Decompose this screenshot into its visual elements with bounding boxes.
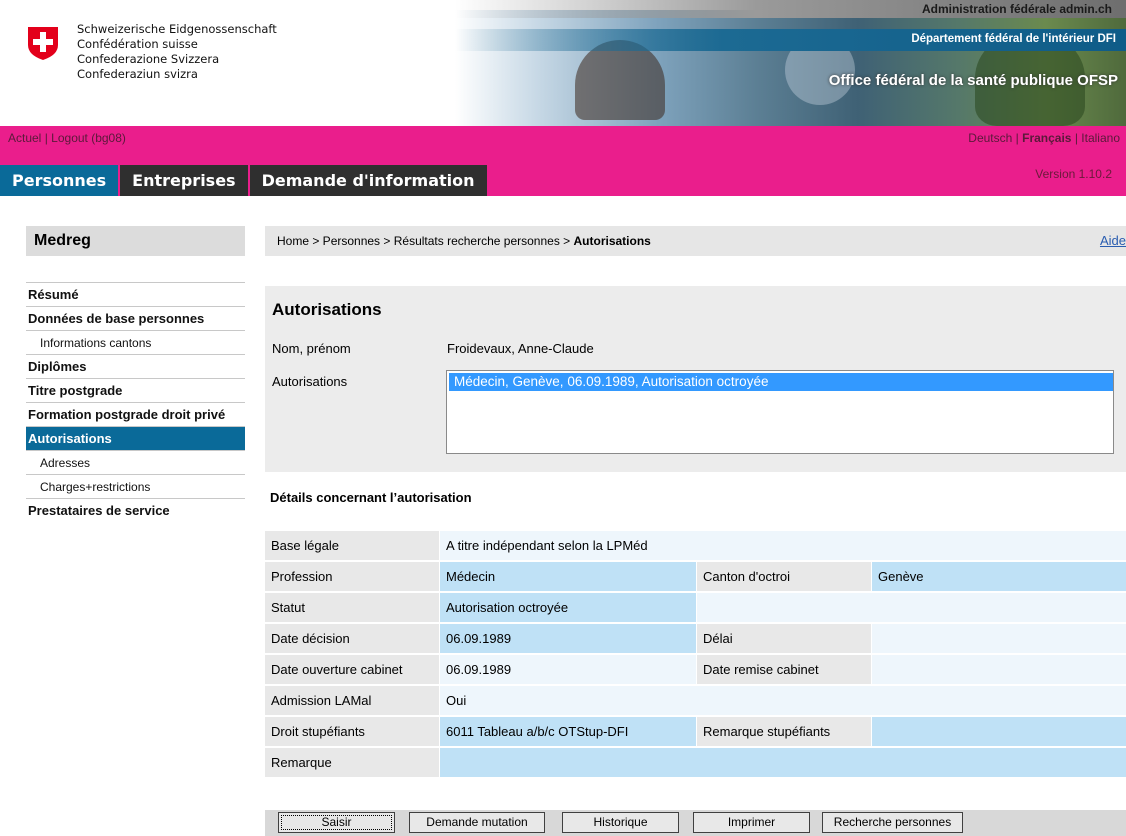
sidebar-item-informations-cantons[interactable]: Informations cantons <box>26 331 245 355</box>
language-switcher: Deutsch | Français | Italiano <box>968 131 1120 145</box>
page-title: Autorisations <box>272 300 382 319</box>
authorization-option-selected[interactable]: Médecin, Genève, 06.09.1989, Autorisatio… <box>449 373 1113 391</box>
office-name: Office fédéral de la santé publique OFSP <box>828 72 1118 89</box>
confederation-name: Schweizerische Eidgenossenschaft Confédé… <box>77 22 277 82</box>
separator: | <box>1015 131 1019 145</box>
table-row: Date décision 06.09.1989 Délai <box>265 623 1126 654</box>
remarque-stupefiants-value <box>872 717 1126 746</box>
table-row: Date ouverture cabinet 06.09.1989 Date r… <box>265 654 1126 685</box>
sidebar-item-prestataires[interactable]: Prestataires de service <box>26 499 245 523</box>
date-decision-label: Date décision <box>265 624 439 653</box>
tab-entreprises[interactable]: Entreprises <box>120 165 248 196</box>
main-tabs: Personnes Entreprises Demande d'informat… <box>0 165 489 196</box>
sidebar-item-resume[interactable]: Résumé <box>26 283 245 307</box>
demande-mutation-button[interactable]: Demande mutation <box>409 812 545 833</box>
breadcrumb-current: Autorisations <box>573 234 651 248</box>
confederation-line-rm: Confederaziun svizra <box>77 67 198 81</box>
sidebar: Résumé Données de base personnes Informa… <box>26 282 245 523</box>
date-decision-value: 06.09.1989 <box>440 624 696 653</box>
historique-button[interactable]: Historique <box>562 812 679 833</box>
canton-value: Genève <box>872 562 1126 591</box>
date-ouverture-label: Date ouverture cabinet <box>265 655 439 684</box>
sidebar-item-charges-restrictions[interactable]: Charges+restrictions <box>26 475 245 499</box>
confederation-line-it: Confederazione Svizzera <box>77 52 220 66</box>
table-row: Admission LAMal Oui <box>265 685 1126 716</box>
session-links: Actuel | Logout (bg08) <box>8 131 126 145</box>
table-row: Remarque <box>265 747 1126 778</box>
stupefiants-label: Droit stupéfiants <box>265 717 439 746</box>
confederation-line-fr: Confédération suisse <box>77 37 198 51</box>
base-legale-value: A titre indépendant selon la LPMéd <box>440 531 1126 560</box>
breadcrumb-path[interactable]: Home > Personnes > Résultats recherche p… <box>277 234 574 248</box>
tab-personnes[interactable]: Personnes <box>0 165 119 196</box>
sidebar-item-formation-postgrade[interactable]: Formation postgrade droit privé <box>26 403 245 427</box>
remarque-stupefiants-label: Remarque stupéfiants <box>697 717 871 746</box>
stupefiants-value: 6011 Tableau a/b/c OTStup-DFI <box>440 717 696 746</box>
statut-value: Autorisation octroyée <box>440 593 696 622</box>
department-bar: Département fédéral de l'intérieur DFI <box>455 29 1126 51</box>
sidebar-item-diplomes[interactable]: Diplômes <box>26 355 245 379</box>
lamal-label: Admission LAMal <box>265 686 439 715</box>
date-remise-label: Date remise cabinet <box>697 655 871 684</box>
statut-label: Statut <box>265 593 439 622</box>
confederation-line-de: Schweizerische Eidgenossenschaft <box>77 22 277 36</box>
imprimer-button[interactable]: Imprimer <box>693 812 810 833</box>
site-header: Schweizerische Eidgenossenschaft Confédé… <box>0 0 1126 126</box>
authorizations-list-label: Autorisations <box>272 374 348 389</box>
breadcrumb: Home > Personnes > Résultats recherche p… <box>265 226 1126 256</box>
swiss-cross-icon <box>28 27 58 60</box>
help-link[interactable]: Aide <box>1100 226 1126 256</box>
separator: | <box>1074 131 1078 145</box>
version-label: Version 1.10.2 <box>1035 167 1112 181</box>
lang-fr-link[interactable]: Français <box>1022 131 1071 145</box>
profession-value: Médecin <box>440 562 696 591</box>
date-remise-value <box>872 655 1126 684</box>
logout-link[interactable]: Logout (bg08) <box>51 131 126 145</box>
profession-label: Profession <box>265 562 439 591</box>
canton-label: Canton d'octroi <box>697 562 871 591</box>
delai-value <box>872 624 1126 653</box>
table-row: Base légale A titre indépendant selon la… <box>265 530 1126 561</box>
remarque-value <box>440 748 1126 777</box>
authorizations-listbox[interactable]: Médecin, Genève, 06.09.1989, Autorisatio… <box>446 370 1114 454</box>
statut-empty-cell <box>697 593 1126 622</box>
sidebar-item-autorisations[interactable]: Autorisations <box>26 427 245 451</box>
sidebar-item-donnees-base[interactable]: Données de base personnes <box>26 307 245 331</box>
tab-demande-information[interactable]: Demande d'information <box>249 165 487 196</box>
saisir-button[interactable]: Saisir <box>278 812 395 833</box>
department-name: Département fédéral de l'intérieur DFI <box>911 33 1116 45</box>
authorizations-panel: Autorisations Nom, prénom Froidevaux, An… <box>265 286 1126 472</box>
name-value: Froidevaux, Anne-Claude <box>447 341 594 356</box>
name-label: Nom, prénom <box>272 341 351 356</box>
base-legale-label: Base légale <box>265 531 439 560</box>
table-row: Droit stupéfiants 6011 Tableau a/b/c OTS… <box>265 716 1126 747</box>
lamal-value: Oui <box>440 686 1126 715</box>
sidebar-item-adresses[interactable]: Adresses <box>26 451 245 475</box>
header-banner-image <box>455 10 1126 126</box>
date-ouverture-value: 06.09.1989 <box>440 655 696 684</box>
remarque-label: Remarque <box>265 748 439 777</box>
admin-bar: Administration fédérale admin.ch <box>455 0 1126 18</box>
separator: | <box>44 131 48 145</box>
delai-label: Délai <box>697 624 871 653</box>
table-row: Profession Médecin Canton d'octroi Genèv… <box>265 561 1126 592</box>
sidebar-item-titre-postgrade[interactable]: Titre postgrade <box>26 379 245 403</box>
recherche-personnes-button[interactable]: Recherche personnes <box>822 812 963 833</box>
sidebar-title: Medreg <box>26 226 245 256</box>
lang-de-link[interactable]: Deutsch <box>968 131 1012 145</box>
table-row: Statut Autorisation octroyée <box>265 592 1126 623</box>
action-bar: Saisir Demande mutation Historique Impri… <box>265 810 1126 836</box>
lang-it-link[interactable]: Italiano <box>1081 131 1120 145</box>
details-title: Détails concernant l’autorisation <box>270 490 472 505</box>
details-table: Base légale A titre indépendant selon la… <box>265 530 1126 778</box>
admin-link[interactable]: Administration fédérale admin.ch <box>922 2 1112 16</box>
actuel-link[interactable]: Actuel <box>8 131 41 145</box>
